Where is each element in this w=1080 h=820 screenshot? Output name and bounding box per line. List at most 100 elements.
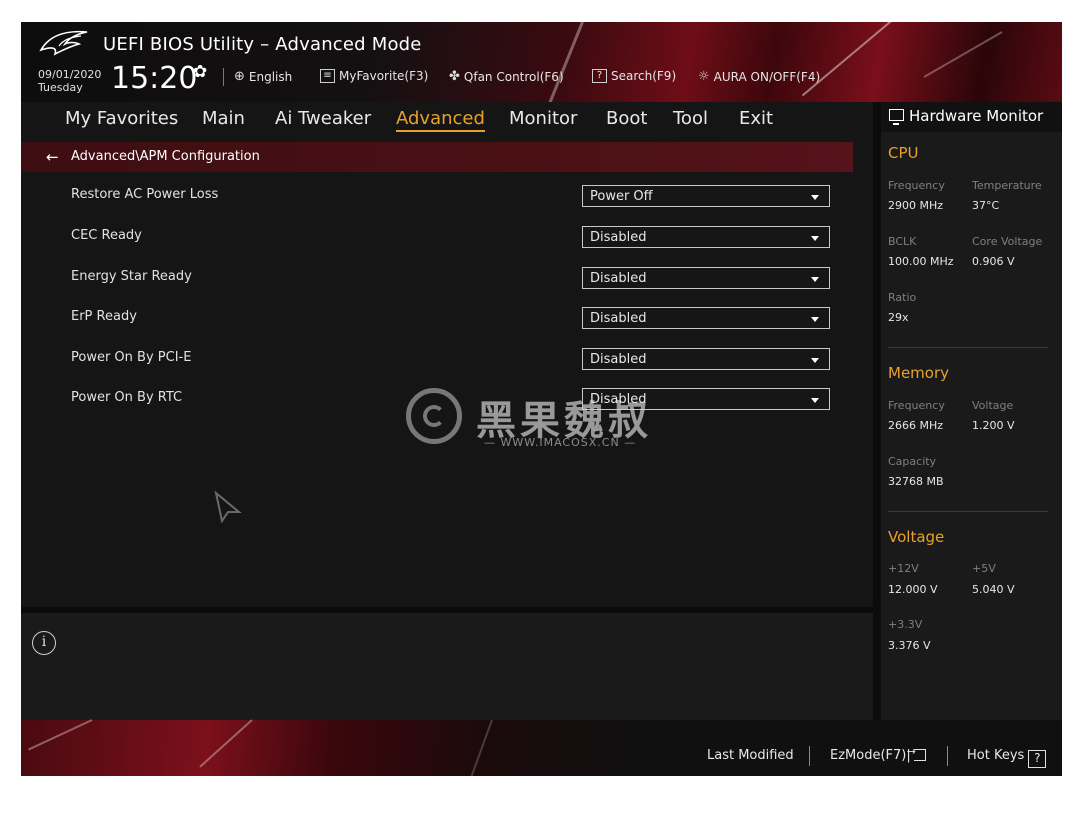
footer-bar: Last Modified EzMode(F7)| Hot Keys? <box>21 719 1062 776</box>
tab-my-favorites[interactable]: My Favorites <box>65 108 178 129</box>
ezmode-label: EzMode(F7)| <box>830 748 911 763</box>
select-value: Disabled <box>590 311 647 326</box>
dropdown-caret-icon <box>811 236 819 241</box>
hw-monitor-title: Hardware Monitor <box>909 107 1044 125</box>
fan-icon: ✤ <box>449 69 460 84</box>
power-on-by-pcie-select[interactable]: Disabled <box>582 348 830 370</box>
tab-main[interactable]: Main <box>202 108 245 129</box>
v12-label: +12V <box>888 562 919 575</box>
voltage-heading: Voltage <box>888 528 945 546</box>
monitor-icon <box>889 109 904 125</box>
watermark: 黑果魏叔 — WWW.IMACOSX.CN — <box>406 388 706 458</box>
hw-divider <box>888 347 1048 348</box>
qfan-control-button[interactable]: ✤ Qfan Control(F6) <box>449 69 564 84</box>
my-favorite-button[interactable]: ≡ MyFavorite(F3) <box>320 69 428 83</box>
cec-ready-select[interactable]: Disabled <box>582 226 830 248</box>
search-help-icon: ? <box>592 69 607 83</box>
help-icon: ? <box>1028 750 1047 768</box>
gear-icon[interactable]: ✿ <box>193 62 207 82</box>
erp-ready-select[interactable]: Disabled <box>582 307 830 329</box>
tab-boot[interactable]: Boot <box>606 108 647 129</box>
memory-voltage-value: 1.200 V <box>972 419 1015 432</box>
hw-divider <box>888 511 1048 512</box>
setting-label-power-on-by-rtc: Power On By RTC <box>71 390 183 405</box>
tab-monitor[interactable]: Monitor <box>509 108 577 129</box>
watermark-url: — WWW.IMACOSX.CN — <box>484 436 637 449</box>
dropdown-caret-icon <box>811 398 819 403</box>
last-modified-button[interactable]: Last Modified <box>707 748 794 763</box>
select-value: Disabled <box>590 230 647 245</box>
tab-tool[interactable]: Tool <box>673 108 708 129</box>
tab-advanced[interactable]: Advanced <box>396 108 485 132</box>
setting-label-energy-star-ready: Energy Star Ready <box>71 269 192 284</box>
search-label: Search(F9) <box>611 69 677 83</box>
core-voltage-value: 0.906 V <box>972 255 1015 268</box>
v33-value: 3.376 V <box>888 639 931 652</box>
watermark-logo-icon <box>406 388 462 444</box>
cpu-temperature-value: 37°C <box>972 199 1000 212</box>
header-bar: UEFI BIOS Utility – Advanced Mode 09/01/… <box>21 22 1062 125</box>
date-text: 09/01/2020 <box>38 68 102 81</box>
search-button[interactable]: ? Search(F9) <box>592 69 676 83</box>
clock-display: 15:20 <box>111 61 198 96</box>
v5-value: 5.040 V <box>972 583 1015 596</box>
dropdown-caret-icon <box>811 277 819 282</box>
setting-label-cec-ready: CEC Ready <box>71 228 142 243</box>
setting-label-restore-ac-power-loss: Restore AC Power Loss <box>71 187 219 202</box>
favorite-list-icon: ≡ <box>320 69 335 83</box>
setting-label-erp-ready: ErP Ready <box>71 309 137 324</box>
memory-frequency-label: Frequency <box>888 399 945 412</box>
dropdown-caret-icon <box>811 317 819 322</box>
v12-value: 12.000 V <box>888 583 938 596</box>
hot-keys-button[interactable]: Hot Keys? <box>967 748 1047 768</box>
memory-voltage-label: Voltage <box>972 399 1014 412</box>
bclk-label: BCLK <box>888 235 917 248</box>
date-display: 09/01/2020 Tuesday <box>38 68 101 94</box>
info-panel: i <box>21 613 873 720</box>
breadcrumb-path: Advanced\APM Configuration <box>71 149 260 164</box>
energy-star-ready-select[interactable]: Disabled <box>582 267 830 289</box>
select-value: Disabled <box>590 271 647 286</box>
hot-keys-label: Hot Keys <box>967 748 1025 763</box>
bclk-value: 100.00 MHz <box>888 255 954 268</box>
ratio-value: 29x <box>888 311 909 324</box>
hw-monitor-header: Hardware Monitor <box>881 102 1062 132</box>
bios-window: UEFI BIOS Utility – Advanced Mode 09/01/… <box>21 22 1062 776</box>
watermark-url-text: WWW.IMACOSX.CN <box>500 436 620 449</box>
favorite-label: MyFavorite(F3) <box>339 69 429 83</box>
core-voltage-label: Core Voltage <box>972 235 1043 248</box>
aura-toggle-button[interactable]: ☼ AURA ON/OFF(F4) <box>698 69 820 84</box>
exit-arrow-icon <box>907 745 926 761</box>
globe-icon: ⊕ <box>234 69 245 84</box>
app-title: UEFI BIOS Utility – Advanced Mode <box>103 34 422 55</box>
cpu-frequency-value: 2900 MHz <box>888 199 944 212</box>
aura-label: AURA ON/OFF(F4) <box>713 69 821 84</box>
memory-heading: Memory <box>888 364 950 382</box>
day-text: Tuesday <box>38 81 83 94</box>
tab-exit[interactable]: Exit <box>739 108 773 129</box>
cpu-temperature-label: Temperature <box>972 179 1042 192</box>
info-icon: i <box>32 631 56 655</box>
rog-logo-icon <box>39 30 88 56</box>
language-button[interactable]: ⊕ English <box>234 69 292 84</box>
ratio-label: Ratio <box>888 291 917 304</box>
cpu-frequency-label: Frequency <box>888 179 945 192</box>
select-value: Power Off <box>590 189 653 204</box>
tab-ai-tweaker[interactable]: Ai Tweaker <box>275 108 371 129</box>
back-arrow-icon[interactable]: ← <box>46 148 59 166</box>
hardware-monitor-panel: Hardware Monitor CPU Frequency Temperatu… <box>881 102 1062 720</box>
capacity-label: Capacity <box>888 455 937 468</box>
hw-monitor-separator <box>873 102 881 720</box>
mouse-pointer-icon <box>214 490 242 524</box>
dropdown-caret-icon <box>811 358 819 363</box>
ezmode-button[interactable]: EzMode(F7)| <box>830 745 926 763</box>
capacity-value: 32768 MB <box>888 475 944 488</box>
restore-ac-power-loss-select[interactable]: Power Off <box>582 185 830 207</box>
aura-light-icon: ☼ <box>698 69 710 84</box>
memory-frequency-value: 2666 MHz <box>888 419 944 432</box>
select-value: Disabled <box>590 352 647 367</box>
main-nav: My Favorites Main Ai Tweaker Advanced Mo… <box>21 102 873 142</box>
v5-label: +5V <box>972 562 996 575</box>
setting-label-power-on-by-pcie: Power On By PCI-E <box>71 350 192 365</box>
v33-label: +3.3V <box>888 618 923 631</box>
